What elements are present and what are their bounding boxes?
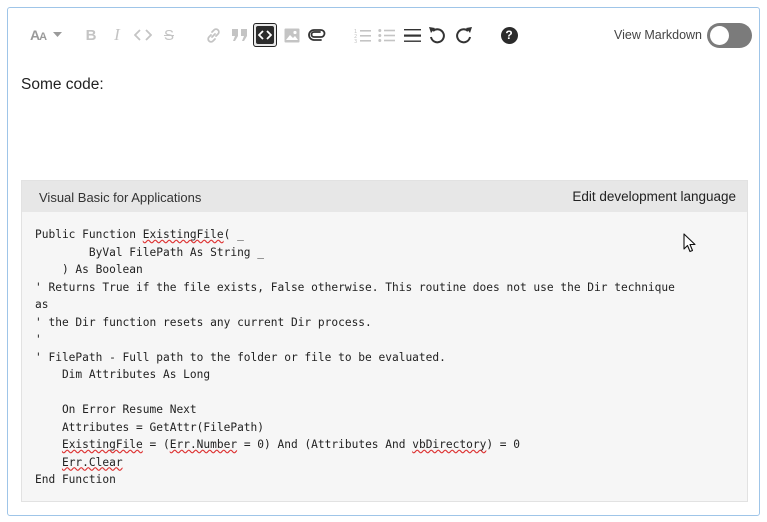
strikethrough-icon: S xyxy=(163,26,174,44)
font-size-button[interactable]: AA xyxy=(28,23,64,47)
link-icon xyxy=(205,27,222,44)
edit-language-button[interactable]: Edit development language xyxy=(572,189,736,204)
undo-icon xyxy=(428,26,446,44)
code-line: as xyxy=(35,298,49,311)
spellcheck-underline: Err.Number xyxy=(169,438,238,451)
quote-button[interactable] xyxy=(229,23,249,47)
code-line: ' Returns True if the file exists, False… xyxy=(35,280,675,294)
code-line: Attributes = GetAttr(FilePath) xyxy=(35,420,265,434)
svg-text:3: 3 xyxy=(354,39,357,43)
redo-icon xyxy=(455,26,473,44)
bold-icon: B xyxy=(85,26,97,44)
toggle-knob xyxy=(710,26,729,45)
code-line: End Function xyxy=(35,473,116,486)
code-line: ByVal FilePath As String _ xyxy=(35,245,265,259)
image-icon xyxy=(284,28,300,43)
numbered-list-button[interactable]: 123 xyxy=(352,23,372,47)
code-line: On Error Resume Next xyxy=(35,403,197,416)
editor-toolbar: AA B I S 1 2 3 ? View Markdown xyxy=(8,8,759,60)
bulleted-list-icon xyxy=(377,28,395,43)
code-icon xyxy=(134,28,152,42)
spellcheck-underline: ExistingFile xyxy=(61,438,143,451)
mouse-cursor-icon xyxy=(683,233,697,258)
italic-icon: I xyxy=(114,25,120,44)
view-markdown-label: View Markdown xyxy=(614,28,703,42)
spellcheck-underline: Err.Clear xyxy=(61,455,123,469)
code-block[interactable]: Visual Basic for Applications Edit devel… xyxy=(21,180,748,502)
redo-button[interactable] xyxy=(454,23,474,47)
view-markdown-toggle[interactable] xyxy=(707,23,752,48)
attachment-button[interactable] xyxy=(307,23,327,47)
spellcheck-underline: vbDirectory xyxy=(412,438,487,451)
horizontal-rule-icon xyxy=(403,28,421,43)
attachment-icon xyxy=(308,28,326,42)
quote-icon xyxy=(231,28,248,42)
code-line: Public Function ExistingFile( _ xyxy=(35,228,244,241)
chevron-down-icon xyxy=(53,32,63,38)
code-content[interactable]: Public Function ExistingFile( _ ByVal Fi… xyxy=(35,226,735,489)
numbered-list-icon: 123 xyxy=(354,28,371,43)
code-block-button[interactable] xyxy=(253,23,277,47)
horizontal-rule-button[interactable] xyxy=(402,23,422,47)
code-line: ExistingFile = (Err.Number = 0) And (Att… xyxy=(61,438,520,451)
code-line: ) As Boolean xyxy=(35,263,143,276)
markdown-editor: AA B I S 1 2 3 ? View Markdown Some code… xyxy=(7,7,760,516)
code-line: Err.Clear xyxy=(35,454,735,472)
bulleted-list-button[interactable] xyxy=(376,23,396,47)
link-button[interactable] xyxy=(203,23,223,47)
undo-button[interactable] xyxy=(427,23,447,47)
code-line: ' xyxy=(35,333,42,346)
font-size-icon: AA xyxy=(29,27,47,43)
code-line: ' FilePath - Full path to the folder or … xyxy=(35,350,446,364)
spellcheck-underline: ExistingFile xyxy=(142,228,224,241)
editor-paragraph[interactable]: Some code: xyxy=(21,76,104,94)
code-line: Dim Attributes As Long xyxy=(35,368,211,381)
image-button[interactable] xyxy=(282,23,302,47)
bold-button[interactable]: B xyxy=(82,23,100,47)
help-button[interactable]: ? xyxy=(499,23,519,47)
code-block-icon xyxy=(258,29,272,41)
italic-button[interactable]: I xyxy=(108,23,126,47)
code-block-header: Visual Basic for Applications Edit devel… xyxy=(22,181,747,212)
code-button[interactable] xyxy=(133,23,153,47)
strikethrough-button[interactable]: S xyxy=(160,23,178,47)
code-line: ' the Dir function resets any current Di… xyxy=(35,315,372,329)
code-language-label: Visual Basic for Applications xyxy=(39,190,202,205)
help-icon: ? xyxy=(500,26,518,44)
